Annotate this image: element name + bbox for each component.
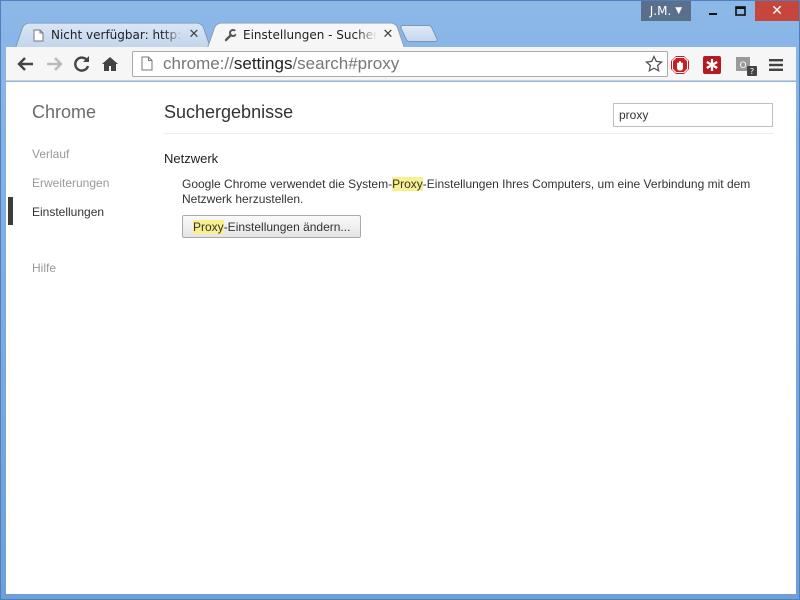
tab-title: Einstellungen - Suchergebnisse bbox=[243, 28, 377, 42]
sidebar-item-help[interactable]: Hilfe bbox=[32, 261, 56, 275]
new-tab-button[interactable] bbox=[399, 25, 439, 42]
svg-text:?: ? bbox=[750, 67, 754, 76]
reload-button[interactable] bbox=[70, 52, 94, 76]
profile-button[interactable]: J.M. ▼ bbox=[641, 1, 691, 21]
reload-icon bbox=[74, 56, 90, 72]
settings-page: Chrome Verlauf Erweiterungen Einstellung… bbox=[6, 82, 796, 594]
divider bbox=[164, 133, 774, 134]
profile-name: J.M. bbox=[649, 4, 672, 18]
sidebar-title: Chrome bbox=[32, 102, 97, 122]
network-description: Google Chrome verwendet die System-Proxy… bbox=[182, 177, 751, 206]
sidebar-item-extensions[interactable]: Erweiterungen bbox=[32, 176, 109, 190]
wrench-icon bbox=[223, 28, 237, 42]
arrow-right-icon bbox=[47, 57, 63, 71]
tab-unavailable[interactable]: Nicht verfügbar: http://www ✕ bbox=[15, 20, 211, 48]
tab-close-icon[interactable]: ✕ bbox=[381, 28, 395, 42]
minimize-button[interactable] bbox=[699, 1, 727, 21]
maximize-button[interactable] bbox=[727, 1, 753, 21]
search-highlight: Proxy bbox=[193, 219, 224, 234]
close-window-button[interactable]: ✕ bbox=[755, 1, 799, 21]
tab-settings[interactable]: Einstellungen - Suchergebnisse ✕ bbox=[207, 20, 405, 48]
search-highlight: Proxy bbox=[392, 177, 423, 191]
back-button[interactable] bbox=[14, 52, 38, 76]
sidebar-item-history[interactable]: Verlauf bbox=[32, 147, 69, 161]
sidebar: Chrome Verlauf Erweiterungen Einstellung… bbox=[6, 82, 156, 594]
url-text: chrome://settings/search#proxy bbox=[163, 54, 400, 73]
home-button[interactable] bbox=[98, 52, 122, 76]
title-bar: Nicht verfügbar: http://www ✕ Einstellun… bbox=[1, 1, 800, 48]
selected-indicator bbox=[8, 197, 13, 225]
forward-button[interactable] bbox=[42, 52, 66, 76]
section-title-network: Netzwerk bbox=[164, 151, 219, 166]
page-icon bbox=[141, 56, 155, 72]
sidebar-item-settings[interactable]: Einstellungen bbox=[32, 205, 104, 219]
tab-title: Nicht verfügbar: http://www bbox=[51, 28, 183, 42]
close-icon: ✕ bbox=[771, 3, 783, 19]
menu-icon[interactable] bbox=[766, 55, 786, 75]
caret-down-icon: ▼ bbox=[675, 6, 683, 16]
svg-text:O: O bbox=[739, 61, 746, 71]
page-title: Suchergebnisse bbox=[164, 102, 294, 122]
lastpass-extension-icon[interactable] bbox=[702, 55, 722, 75]
bookmark-star-icon[interactable] bbox=[643, 53, 665, 75]
address-bar[interactable]: chrome://settings/search#proxy bbox=[132, 51, 668, 77]
tab-close-icon[interactable]: ✕ bbox=[187, 28, 201, 42]
page-icon bbox=[31, 28, 45, 42]
toolbar: chrome://settings/search#proxy O? bbox=[6, 47, 796, 81]
arrow-left-icon bbox=[17, 57, 33, 71]
home-icon bbox=[102, 57, 118, 71]
search-input[interactable] bbox=[613, 103, 773, 127]
change-proxy-settings-button[interactable]: Proxy -Einstellungen ändern... bbox=[182, 215, 362, 238]
outlook-extension-icon[interactable]: O? bbox=[734, 55, 760, 76]
browser-window: Nicht verfügbar: http://www ✕ Einstellun… bbox=[0, 0, 800, 600]
adblock-extension-icon[interactable] bbox=[670, 55, 690, 75]
